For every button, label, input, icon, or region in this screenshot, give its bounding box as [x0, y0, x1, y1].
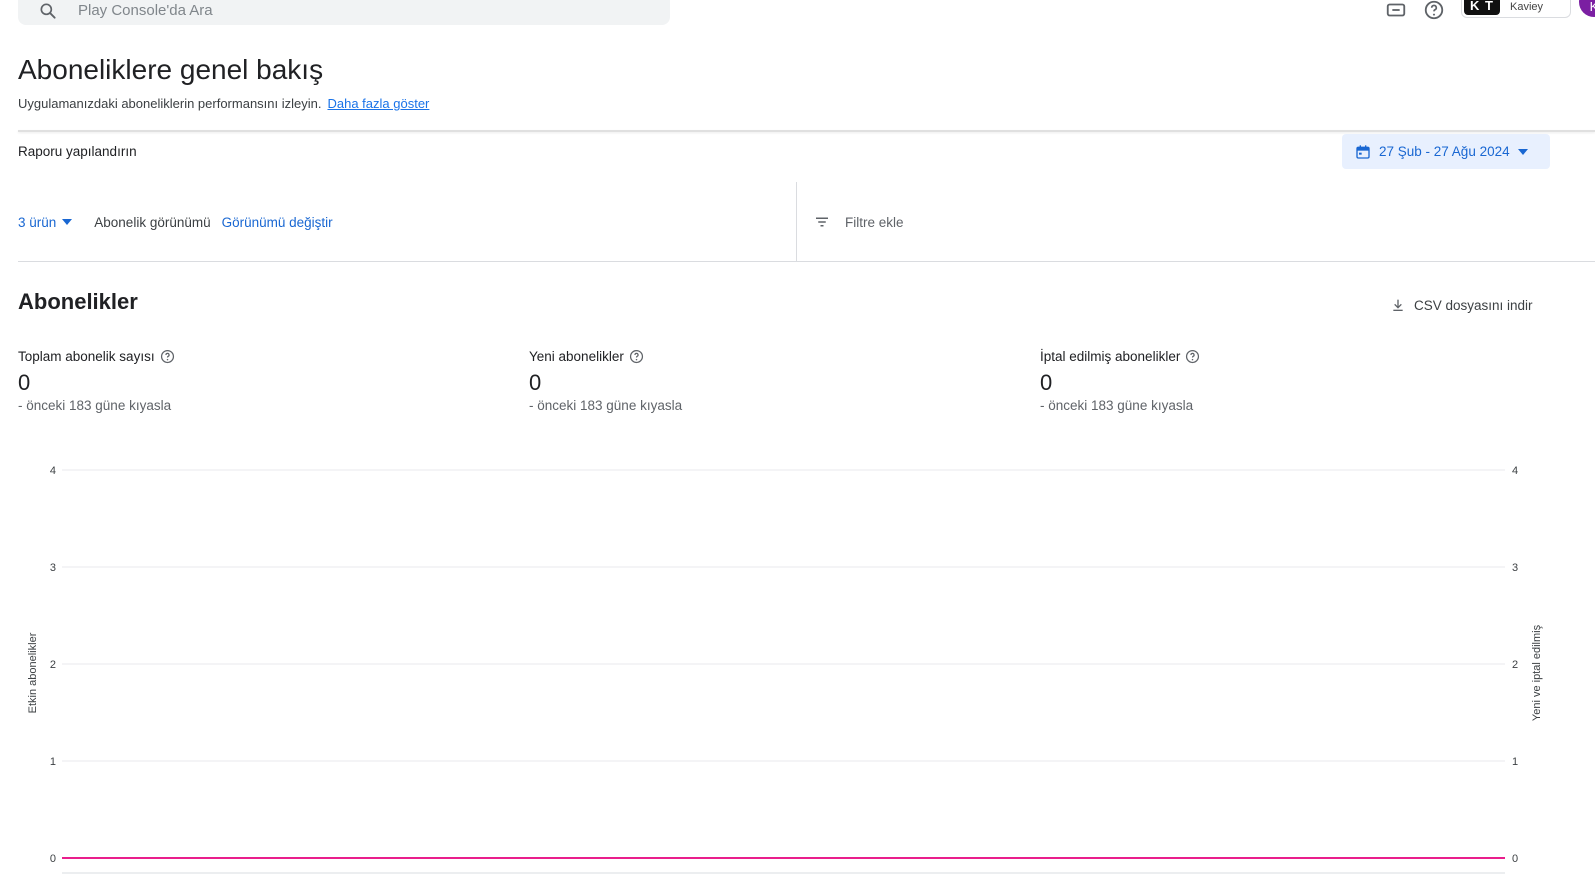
account-logo: K T: [1464, 0, 1500, 15]
help-circle-icon[interactable]: [160, 349, 175, 364]
header-divider: [18, 130, 1595, 132]
report-config-label: Raporu yapılandırın: [18, 144, 137, 159]
chevron-down-icon: [1517, 148, 1528, 155]
section-title: Abonelikler: [18, 289, 138, 314]
metric-label: Yeni abonelikler: [529, 349, 624, 364]
y-tick-label: 3: [50, 562, 56, 574]
subscriptions-chart: 0 1 2 3 4 0 1 2 3 4 Etkin abonelikler Yeni ve ipt…: [27, 465, 1543, 874]
add-filter-label: Filtre ekle: [845, 214, 904, 230]
metric-total-subscriptions: Toplam abonelik sayısı 0 - önceki 183 gü…: [18, 349, 175, 413]
products-dropdown[interactable]: 3 ürün: [18, 214, 73, 230]
filter-icon: [816, 217, 828, 227]
avatar[interactable]: K: [1579, 0, 1595, 17]
y2-tick-label: 3: [1512, 562, 1518, 574]
y2-tick-label: 1: [1512, 756, 1518, 768]
help-icon[interactable]: [1423, 0, 1445, 21]
metric-new-subscriptions: Yeni abonelikler 0 - önceki 183 güne kıy…: [529, 349, 682, 413]
date-range-button[interactable]: 27 Şub - 27 Ağu 2024: [1342, 134, 1550, 169]
y2-tick-label: 0: [1512, 853, 1518, 865]
download-icon: [1393, 299, 1403, 311]
show-more-link[interactable]: Daha fazla göster: [327, 96, 429, 111]
search-bar[interactable]: Play Console'da Ara: [18, 0, 670, 25]
y-tick-label: 1: [50, 756, 56, 768]
account-name: Kaviey: [1510, 1, 1544, 13]
filter-row: 3 ürün Abonelik görünümü Görünümü değişt…: [18, 182, 1595, 262]
add-filter-button[interactable]: Filtre ekle: [797, 182, 1595, 262]
date-range-label: 27 Şub - 27 Ağu 2024: [1379, 144, 1510, 159]
y2-tick-label: 4: [1512, 465, 1518, 477]
chart-ticks: 0 1 2 3 4 0 1 2 3 4: [50, 465, 1518, 865]
csv-download-label: CSV dosyasını indir: [1414, 297, 1533, 313]
metric-cancelled-subscriptions: İptal edilmiş abonelikler 0 - önceki 183…: [1040, 349, 1200, 413]
chevron-down-icon: [62, 219, 73, 225]
top-right-toolbar: K T Kaviey K: [1385, 0, 1595, 21]
search-placeholder: Play Console'da Ara: [78, 2, 213, 19]
metric-value: 0: [529, 370, 542, 395]
search-icon: [40, 3, 56, 19]
account-switcher[interactable]: K T Kaviey: [1461, 0, 1571, 18]
product-view-controls: 3 ürün Abonelik görünümü Görünümü değişt…: [18, 182, 797, 262]
y2-axis-label: Yeni ve iptal edilmiş: [1531, 624, 1543, 721]
devices-icon[interactable]: [1385, 0, 1407, 21]
y-tick-label: 2: [50, 659, 56, 671]
metric-label: İptal edilmiş abonelikler: [1040, 349, 1181, 364]
metric-compare: - önceki 183 güne kıyasla: [1040, 398, 1194, 413]
page-subtitle: Uygulamanızdaki aboneliklerin performans…: [18, 96, 429, 111]
help-circle-icon[interactable]: [1185, 349, 1200, 364]
csv-download-button[interactable]: CSV dosyasını indir: [1390, 297, 1533, 313]
metric-label: Toplam abonelik sayısı: [18, 349, 155, 364]
view-label: Abonelik görünümü: [94, 214, 211, 230]
y-axis-label: Etkin abonelikler: [27, 632, 39, 713]
chart-grid: [62, 469, 1505, 874]
metric-value: 0: [1040, 370, 1053, 395]
metric-compare: - önceki 183 güne kıyasla: [18, 398, 172, 413]
y-tick-label: 0: [50, 853, 56, 865]
subtitle-text: Uygulamanızdaki aboneliklerin performans…: [18, 96, 322, 111]
y-tick-label: 4: [50, 465, 56, 477]
page-title: Aboneliklere genel bakış: [18, 54, 324, 85]
help-circle-icon[interactable]: [629, 349, 644, 364]
metric-compare: - önceki 183 güne kıyasla: [529, 398, 683, 413]
products-label: 3 ürün: [18, 214, 57, 230]
change-view-link[interactable]: Görünümü değiştir: [222, 215, 333, 230]
metric-value: 0: [18, 370, 31, 395]
calendar-icon: [1356, 144, 1370, 159]
y2-tick-label: 2: [1512, 659, 1518, 671]
